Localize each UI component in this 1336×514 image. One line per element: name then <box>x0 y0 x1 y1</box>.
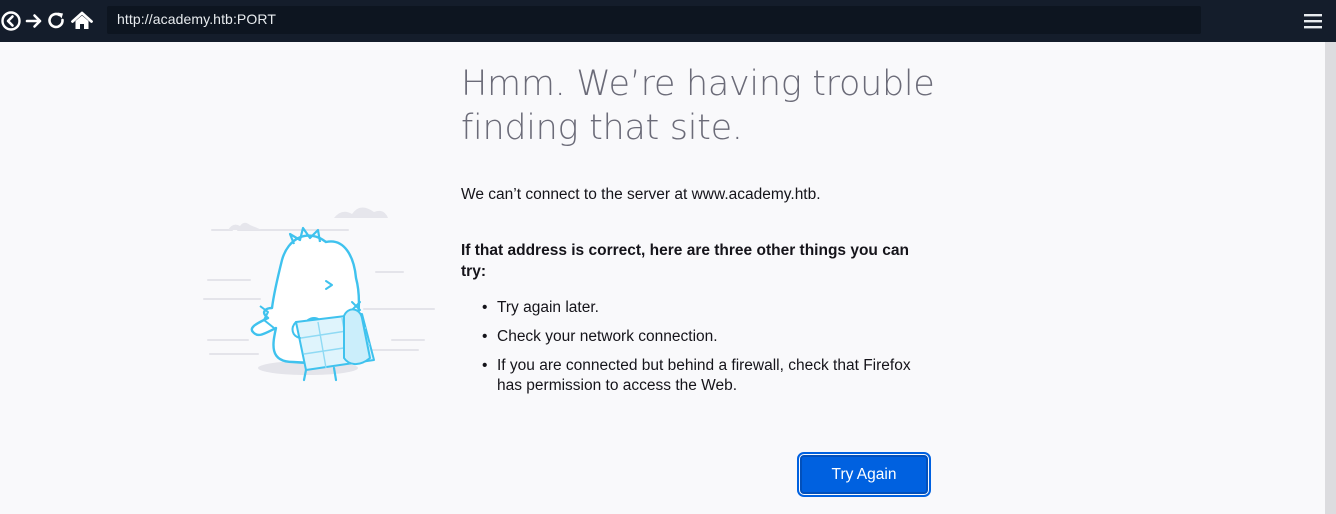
error-message: We can’t connect to the server at www.ac… <box>461 186 821 203</box>
url-text: http://academy.htb:PORT <box>117 11 276 27</box>
error-page: Hmm. We’re having trouble finding that s… <box>0 42 1325 514</box>
url-bar[interactable]: http://academy.htb:PORT <box>107 6 1201 34</box>
list-item: Check your network connection. <box>482 327 922 347</box>
dino-map-illustration <box>198 182 438 382</box>
back-circle-icon[interactable] <box>0 10 22 32</box>
page-title-line-1: Hmm. We’re having trouble <box>461 64 935 104</box>
hamburger-menu-icon[interactable] <box>1300 10 1326 32</box>
home-icon[interactable] <box>71 10 93 32</box>
scrollbar[interactable] <box>1325 42 1336 514</box>
page-title-line-2: finding that site. <box>461 108 743 148</box>
suggestions-list: Try again later. Check your network conn… <box>482 298 922 405</box>
forward-arrow-icon[interactable] <box>23 10 45 32</box>
browser-toolbar: http://academy.htb:PORT <box>0 0 1336 42</box>
reload-icon[interactable] <box>46 10 68 32</box>
try-again-button[interactable]: Try Again <box>797 452 931 497</box>
list-item: Try again later. <box>482 298 922 318</box>
list-item: If you are connected but behind a firewa… <box>482 356 922 396</box>
suggestions-heading: If that address is correct, here are thr… <box>461 242 909 280</box>
page-title: Hmm. We’re having trouble finding that s… <box>461 62 981 150</box>
